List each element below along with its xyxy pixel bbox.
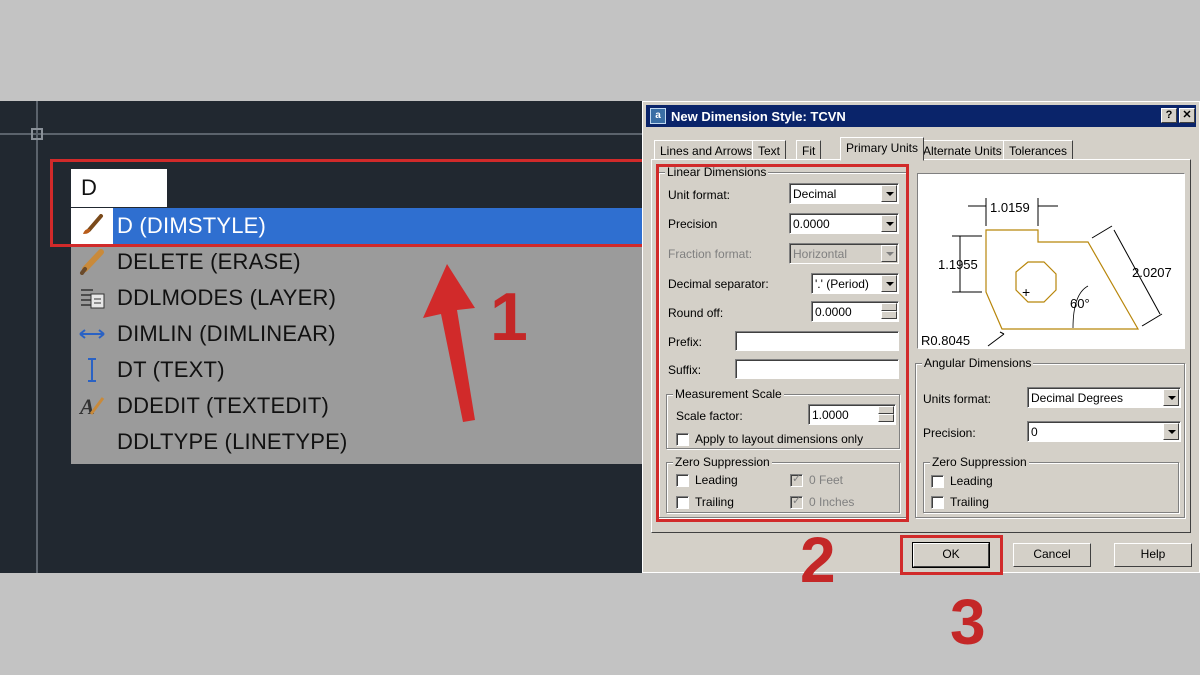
command-item-ddltype[interactable]: DDLTYPE (LINETYPE) xyxy=(71,424,642,460)
angular-units-format-select[interactable]: Decimal Degrees xyxy=(1027,387,1181,408)
checkbox-label: Leading xyxy=(950,474,993,488)
tab-fit[interactable]: Fit xyxy=(796,140,822,160)
tab-primary-units[interactable]: Primary Units xyxy=(840,137,925,161)
autocad-app-icon: a xyxy=(650,108,666,124)
command-label: DDLTYPE (LINETYPE) xyxy=(117,429,348,454)
checkbox-box[interactable] xyxy=(931,474,944,488)
dropdown-arrow-icon[interactable] xyxy=(1163,389,1179,406)
center-mark-icon: + xyxy=(1022,284,1031,300)
command-label: DDLMODES (LAYER) xyxy=(117,285,337,310)
crosshair-vertical-line xyxy=(36,101,38,573)
step-number-3: 3 xyxy=(950,586,986,658)
command-item-dimlin[interactable]: DIMLIN (DIMLINEAR) xyxy=(71,316,642,352)
checkbox-box[interactable] xyxy=(931,495,944,509)
command-item-ddlmodes[interactable]: DDLMODES (LAYER) xyxy=(71,280,642,316)
close-button[interactable]: ✕ xyxy=(1179,108,1195,123)
highlight-box-ok xyxy=(900,535,1003,575)
command-item-delete[interactable]: DELETE (ERASE) xyxy=(71,244,642,280)
command-label: DDEDIT (TEXTEDIT) xyxy=(117,393,329,418)
dialog-titlebar[interactable]: a New Dimension Style: TCVN ? ✕ xyxy=(646,105,1196,127)
crosshair-pickbox xyxy=(31,128,43,140)
group-title: Zero Suppression xyxy=(930,455,1029,469)
step-number-1: 1 xyxy=(490,279,528,355)
angular-leading-checkbox[interactable]: Leading xyxy=(931,474,993,488)
group-title: Angular Dimensions xyxy=(922,356,1034,370)
angular-precision-label: Precision: xyxy=(923,426,976,440)
help-button[interactable]: Help xyxy=(1114,543,1192,567)
svg-text:A: A xyxy=(78,394,95,419)
tab-lines-and-arrows[interactable]: Lines and Arrows xyxy=(654,140,759,160)
angular-trailing-checkbox[interactable]: Trailing xyxy=(931,495,989,509)
angular-precision-select[interactable]: 0 xyxy=(1027,421,1181,442)
command-label: DELETE (ERASE) xyxy=(117,249,301,274)
cancel-button[interactable]: Cancel xyxy=(1013,543,1091,567)
highlight-box-command xyxy=(50,159,650,247)
tab-text[interactable]: Text xyxy=(752,140,787,160)
command-item-dt[interactable]: DT (TEXT) xyxy=(71,352,642,388)
command-label: DT (TEXT) xyxy=(117,357,225,382)
angular-precision-value: 0 xyxy=(1031,425,1038,439)
command-label: DIMLIN (DIMLINEAR) xyxy=(117,321,336,346)
units-format-label: Units format: xyxy=(923,392,992,406)
step-number-2: 2 xyxy=(800,524,836,596)
blank-icon xyxy=(71,424,113,460)
text-cursor-icon xyxy=(71,352,113,388)
linear-dimension-icon xyxy=(71,316,113,352)
tab-alternate-units[interactable]: Alternate Units xyxy=(917,140,1008,160)
text-edit-icon: A xyxy=(71,388,113,424)
preview-dim-right: 2.0207 xyxy=(1132,265,1172,280)
dropdown-arrow-icon[interactable] xyxy=(1163,423,1179,440)
preview-radius: R0.8045 xyxy=(921,333,971,348)
red-arrow-up-icon xyxy=(423,264,475,422)
layers-icon xyxy=(71,280,113,316)
tab-tolerances[interactable]: Tolerances xyxy=(1003,140,1074,160)
highlight-box-linear-settings xyxy=(656,164,909,522)
help-title-button[interactable]: ? xyxy=(1161,108,1177,123)
checkbox-label: Trailing xyxy=(950,495,989,509)
preview-dim-left: 1.1955 xyxy=(938,257,978,272)
eraser-pencil-icon xyxy=(71,244,113,280)
angular-units-format-value: Decimal Degrees xyxy=(1031,391,1124,405)
dialog-title: New Dimension Style: TCVN xyxy=(671,108,846,124)
preview-angle: 60° xyxy=(1070,296,1090,311)
preview-dim-top: 1.0159 xyxy=(990,200,1030,215)
crosshair-horizontal-line xyxy=(0,133,642,135)
command-item-ddedit[interactable]: A DDEDIT (TEXTEDIT) xyxy=(71,388,642,424)
dimension-preview: 1.0159 1.1955 2.0207 60° R0.8045 + xyxy=(917,173,1185,349)
